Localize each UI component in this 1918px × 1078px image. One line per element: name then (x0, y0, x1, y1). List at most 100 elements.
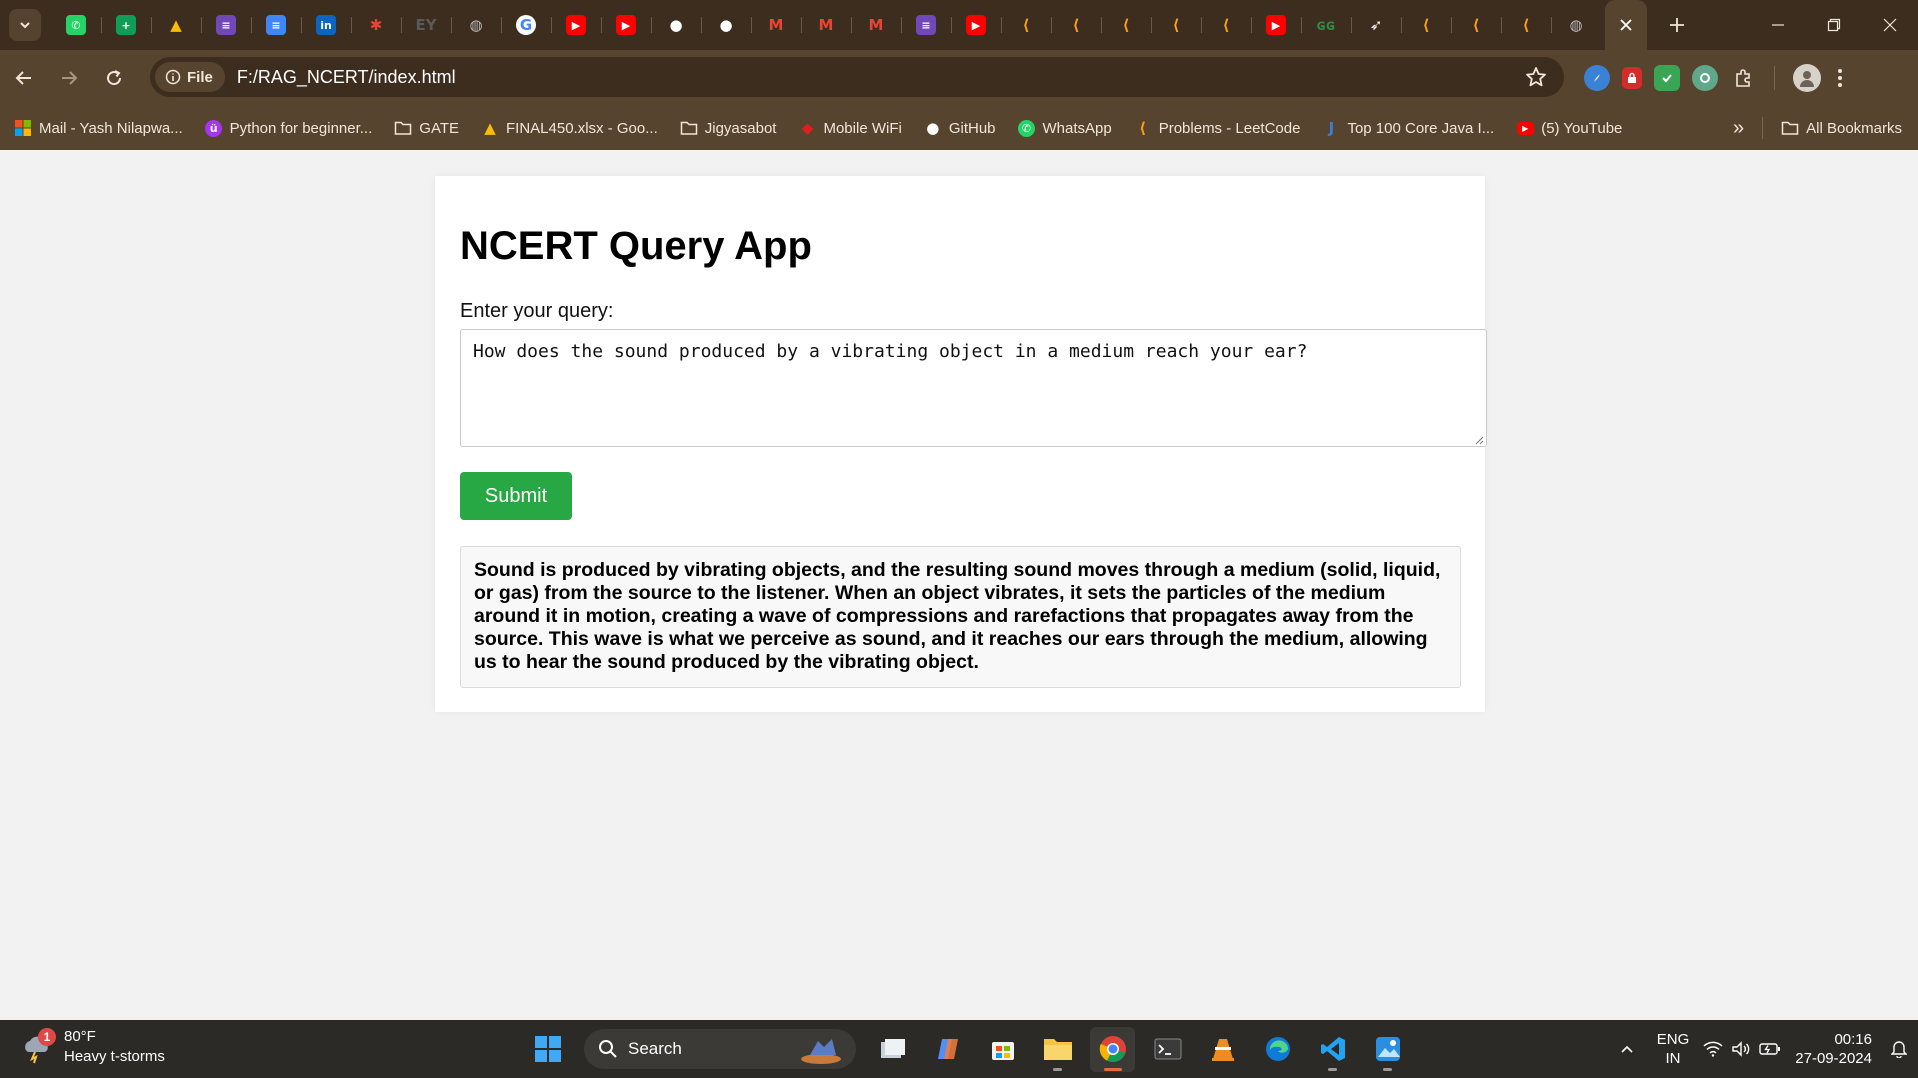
reload-button[interactable] (93, 57, 135, 99)
bookmark-item[interactable]: ▲ FINAL450.xlsx - Goo... (481, 119, 658, 137)
browser-tab[interactable]: M (851, 0, 901, 50)
bookmark-item[interactable]: ▶ (5) YouTube (1516, 119, 1622, 137)
java-icon: J (1328, 119, 1335, 137)
browser-tab[interactable]: M (801, 0, 851, 50)
close-icon[interactable] (1619, 18, 1633, 32)
extension-grammar-icon[interactable] (1692, 65, 1718, 91)
start-button[interactable] (525, 1027, 570, 1072)
browser-tab[interactable]: ● (701, 0, 751, 50)
all-bookmarks-button[interactable]: All Bookmarks (1781, 119, 1902, 137)
forward-button[interactable] (48, 57, 90, 99)
back-button[interactable] (3, 57, 45, 99)
browser-tab[interactable]: ⟨ (1201, 0, 1251, 50)
photos-button[interactable] (1365, 1027, 1410, 1072)
clock-time: 00:16 (1834, 1031, 1872, 1048)
minimize-button[interactable] (1750, 0, 1806, 50)
taskbar-search[interactable]: Search (584, 1029, 856, 1069)
tab-active[interactable] (1605, 0, 1647, 50)
copilot-button[interactable] (925, 1027, 970, 1072)
quick-settings[interactable] (1703, 1041, 1781, 1057)
browser-tab[interactable]: ⟨ (1051, 0, 1101, 50)
edge-button[interactable] (1255, 1027, 1300, 1072)
browser-tab[interactable]: ≡ (901, 0, 951, 50)
bookmark-label: GitHub (948, 119, 996, 137)
browser-tab[interactable]: ▲ (151, 0, 201, 50)
bookmark-item[interactable]: Mail - Yash Nilapwa... (14, 119, 183, 137)
bookmarks-bar: Mail - Yash Nilapwa... ü Python for beginn… (0, 106, 1918, 150)
browser-tab[interactable]: ◍ (1551, 0, 1601, 50)
url-text[interactable]: F:/RAG_NCERT/index.html (237, 67, 456, 88)
submit-button[interactable]: Submit (460, 472, 572, 520)
whatsapp-icon: ✆ (1018, 119, 1036, 137)
browser-tab[interactable]: ⟨ (1151, 0, 1201, 50)
browser-tab[interactable]: in (301, 0, 351, 50)
browser-tab[interactable]: ▶ (551, 0, 601, 50)
browser-tab[interactable]: + (101, 0, 151, 50)
browser-tab[interactable]: ≡ (251, 0, 301, 50)
tab-search-button[interactable] (9, 9, 41, 41)
browser-tab[interactable]: ⟨ (1401, 0, 1451, 50)
weather-condition: Heavy t-storms (64, 1048, 165, 1065)
bookmark-star-icon[interactable] (1524, 65, 1548, 89)
file-explorer-button[interactable] (1035, 1027, 1080, 1072)
bookmark-item[interactable]: J Top 100 Core Java I... (1322, 119, 1495, 137)
profile-avatar[interactable] (1793, 64, 1821, 92)
terminal-button[interactable] (1145, 1027, 1190, 1072)
extension-lock-icon[interactable] (1622, 67, 1642, 89)
window-close-button[interactable] (1862, 0, 1918, 50)
bookmark-item[interactable]: ⟨ Problems - LeetCode (1134, 119, 1300, 137)
bookmark-item[interactable]: ◆ Mobile WiFi (798, 119, 902, 137)
menu-kebab-icon[interactable] (1833, 65, 1847, 91)
bookmarks-right: » All Bookmarks (1733, 106, 1902, 150)
notifications-button[interactable] (1884, 1040, 1914, 1058)
browser-tab[interactable]: ➶ (1351, 0, 1401, 50)
browser-tab[interactable]: ⟨ (1451, 0, 1501, 50)
browser-tab[interactable]: ▶ (1251, 0, 1301, 50)
clock[interactable]: 00:16 27-09-2024 (1795, 1030, 1872, 1068)
vscode-button[interactable] (1310, 1027, 1355, 1072)
address-bar[interactable]: File F:/RAG_NCERT/index.html (150, 57, 1564, 97)
browser-tab[interactable]: ɢɢ (1301, 0, 1351, 50)
bookmark-item[interactable]: ü Python for beginner... (205, 119, 372, 137)
browser-tab[interactable]: ✱ (351, 0, 401, 50)
tray-overflow-button[interactable] (1607, 1044, 1647, 1054)
plus-icon (1670, 18, 1684, 32)
bookmark-item[interactable]: GATE (394, 119, 459, 137)
query-textarea[interactable] (460, 329, 1487, 447)
bookmarks-overflow-button[interactable]: » (1733, 117, 1744, 140)
browser-tab[interactable]: ⟨ (1501, 0, 1551, 50)
extension-shield-icon[interactable] (1654, 65, 1680, 91)
restore-button[interactable] (1806, 0, 1862, 50)
weather-widget[interactable]: 1 80°F Heavy t-storms (20, 1027, 165, 1067)
new-tab-button[interactable] (1659, 7, 1695, 43)
minimize-icon (1772, 24, 1784, 26)
battery-icon (1759, 1043, 1781, 1055)
store-button[interactable] (980, 1027, 1025, 1072)
extensions-puzzle-icon[interactable] (1730, 65, 1756, 91)
forms-icon: ≡ (916, 15, 936, 35)
browser-tab[interactable]: ≡ (201, 0, 251, 50)
bookmark-item[interactable]: Jigyasabot (680, 119, 776, 137)
site-info-chip[interactable]: File (155, 62, 225, 92)
browser-tab[interactable]: ◍ (451, 0, 501, 50)
language-indicator[interactable]: ENG IN (1657, 1030, 1690, 1068)
browser-tab[interactable]: ▶ (951, 0, 1001, 50)
bookmark-item[interactable]: ● GitHub (924, 119, 996, 137)
browser-tab[interactable]: M (751, 0, 801, 50)
answer-output: Sound is produced by vibrating objects, … (460, 546, 1461, 688)
resize-grip-icon[interactable] (1474, 435, 1484, 445)
browser-tab[interactable]: ✆ (51, 0, 101, 50)
browser-tab[interactable]: ⟨ (1001, 0, 1051, 50)
task-view-button[interactable] (870, 1027, 915, 1072)
browser-tab[interactable]: G (501, 0, 551, 50)
extension-compass-icon[interactable] (1584, 65, 1610, 91)
browser-tab[interactable]: ● (651, 0, 701, 50)
close-icon (1883, 18, 1897, 32)
vlc-button[interactable] (1200, 1027, 1245, 1072)
browser-tab[interactable]: EY (401, 0, 451, 50)
bookmark-item[interactable]: ✆ WhatsApp (1018, 119, 1112, 137)
taskbar-apps: Search (525, 1020, 1410, 1078)
chrome-button[interactable] (1090, 1026, 1135, 1072)
browser-tab[interactable]: ▶ (601, 0, 651, 50)
browser-tab[interactable]: ⟨ (1101, 0, 1151, 50)
